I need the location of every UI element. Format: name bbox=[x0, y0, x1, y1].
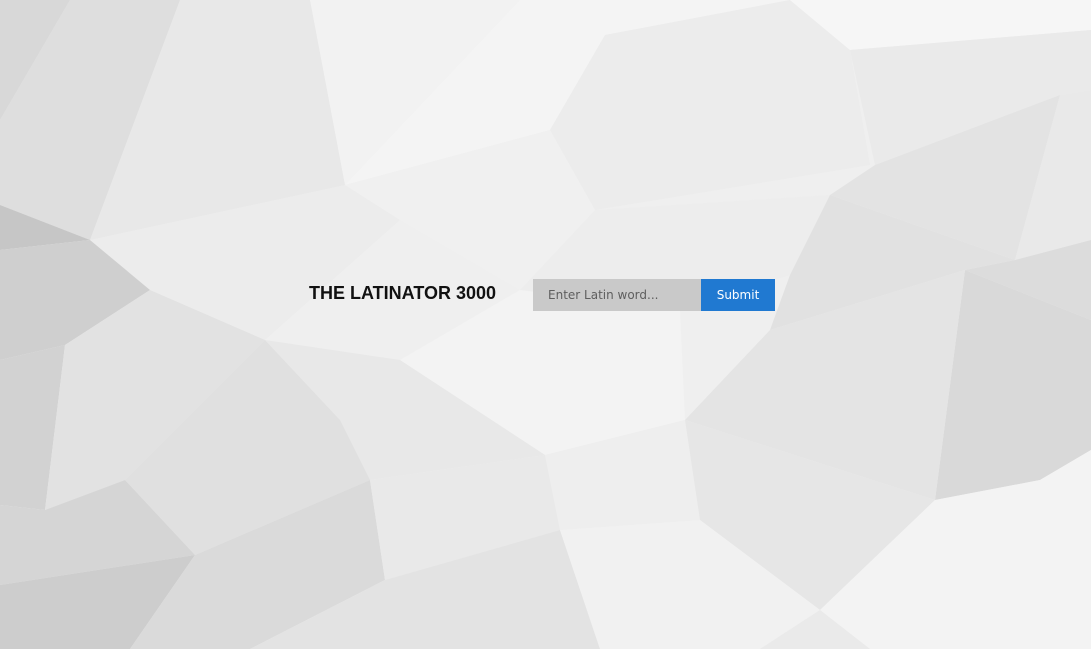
page: THE LATINATOR 3000 Submit bbox=[0, 0, 1091, 649]
submit-button[interactable]: Submit bbox=[701, 279, 775, 311]
app-title: THE LATINATOR 3000 bbox=[309, 283, 497, 303]
low-poly-background bbox=[0, 0, 1091, 649]
search-form: Submit bbox=[533, 279, 775, 311]
latin-word-input[interactable] bbox=[533, 279, 701, 311]
